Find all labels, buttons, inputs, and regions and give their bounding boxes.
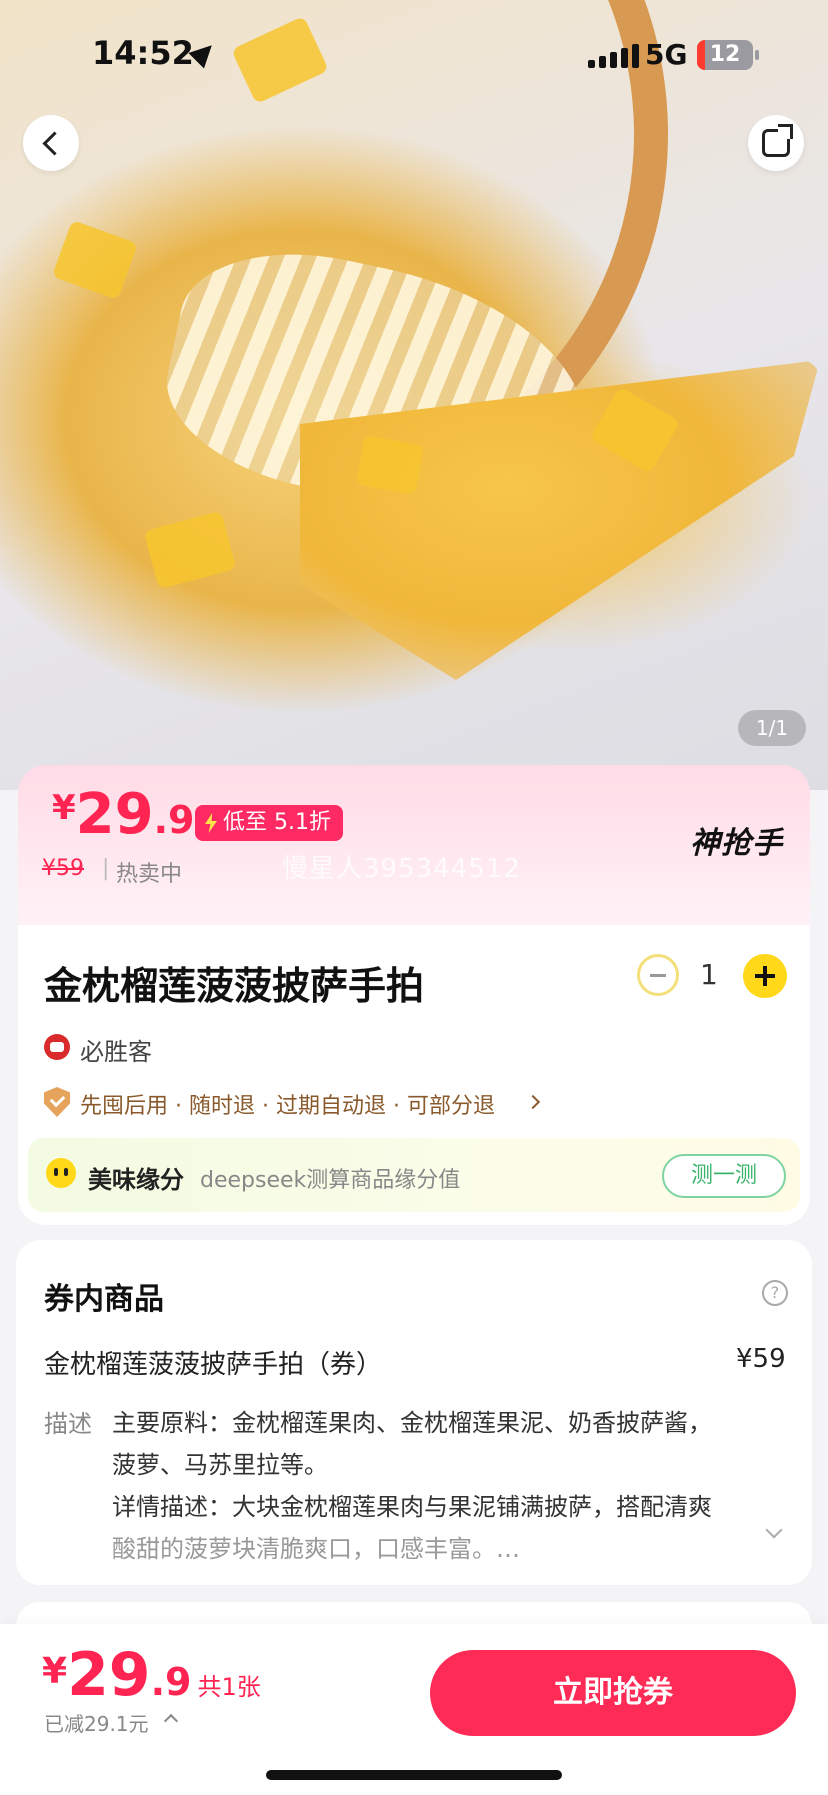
battery-level: 12 <box>709 42 741 67</box>
description-text: 主要原料：金枕榴莲果肉、金枕榴莲果泥、奶香披萨酱， 菠萝、马苏里拉等。 详情描述… <box>112 1402 752 1570</box>
watermark-text: 慢星人395344512 <box>282 854 521 884</box>
total-currency: ¥ <box>42 1651 68 1692</box>
home-indicator <box>266 1770 562 1780</box>
product-hero-image[interactable] <box>0 0 828 790</box>
brand-name[interactable]: 必胜客 <box>80 1032 152 1067</box>
description-label: 描述 <box>44 1410 92 1438</box>
voucher-item-name: 金枕榴莲菠菠披萨手拍（券） <box>44 1350 383 1380</box>
current-price: ¥29.9 <box>52 782 195 847</box>
signal-icon <box>588 44 639 68</box>
battery-icon: 12 <box>697 40 759 70</box>
pineapple-chunk <box>356 435 424 495</box>
fate-test-button[interactable]: 测一测 <box>662 1154 786 1198</box>
voucher-item-price: ¥59 <box>736 1344 786 1374</box>
share-icon <box>762 124 793 157</box>
quantity-value: 1 <box>700 958 718 991</box>
promo-badge: 神抢手 <box>690 826 783 861</box>
emoji-icon <box>46 1158 76 1188</box>
description-line: 主要原料：金枕榴莲果肉、金枕榴莲果泥、奶香披萨酱， <box>112 1409 712 1437</box>
description-line: 详情描述：大块金枕榴莲果肉与果泥铺满披萨，搭配清爽 <box>112 1493 712 1521</box>
discount-label: 低至 5.1折 <box>223 810 331 835</box>
status-time: 14:52 <box>92 34 194 72</box>
total-decimal: .9 <box>150 1660 192 1704</box>
description-line: 酸甜的菠萝块清脆爽口，口感丰富。… <box>112 1535 520 1563</box>
bolt-icon <box>205 813 217 833</box>
quantity-increase-button[interactable] <box>743 954 787 998</box>
original-price: ¥59 <box>42 856 84 881</box>
pineapple-chunk <box>143 510 237 590</box>
buy-now-button[interactable]: 立即抢券 <box>430 1650 796 1736</box>
price-integer: 29 <box>75 782 154 847</box>
discount-tag: 低至 5.1折 <box>195 805 343 841</box>
back-icon <box>41 130 67 156</box>
saved-amount[interactable]: 已减29.1元 <box>44 1708 149 1737</box>
voucher-count: 共1张 <box>197 1673 261 1701</box>
help-icon[interactable]: ? <box>762 1280 788 1306</box>
quantity-decrease-button[interactable] <box>637 954 679 996</box>
total-integer: 29 <box>67 1640 151 1710</box>
description-line: 菠萝、马苏里拉等。 <box>112 1451 328 1479</box>
brand-logo-icon <box>44 1034 70 1060</box>
price-separator: | <box>102 856 110 881</box>
product-title: 金枕榴莲菠菠披萨手拍 <box>44 964 425 1008</box>
total-price: ¥29.9 共1张 <box>42 1640 261 1710</box>
price-decimal: .9 <box>153 798 195 842</box>
fate-description: deepseek测算商品缘分值 <box>200 1168 461 1193</box>
network-type: 5G <box>645 38 688 71</box>
sales-status: 热卖中 <box>116 862 183 887</box>
status-bar: 14:52 5G 12 <box>0 0 828 110</box>
image-counter: 1/1 <box>738 710 806 746</box>
voucher-heading: 券内商品 <box>44 1282 164 1317</box>
price-currency: ¥ <box>52 788 76 828</box>
share-button[interactable] <box>748 115 804 171</box>
back-button[interactable] <box>23 115 79 171</box>
fate-title: 美味缘分 <box>88 1166 184 1194</box>
guarantee-policies[interactable]: 先囤后用 · 随时退 · 过期自动退 · 可部分退 <box>80 1088 495 1120</box>
